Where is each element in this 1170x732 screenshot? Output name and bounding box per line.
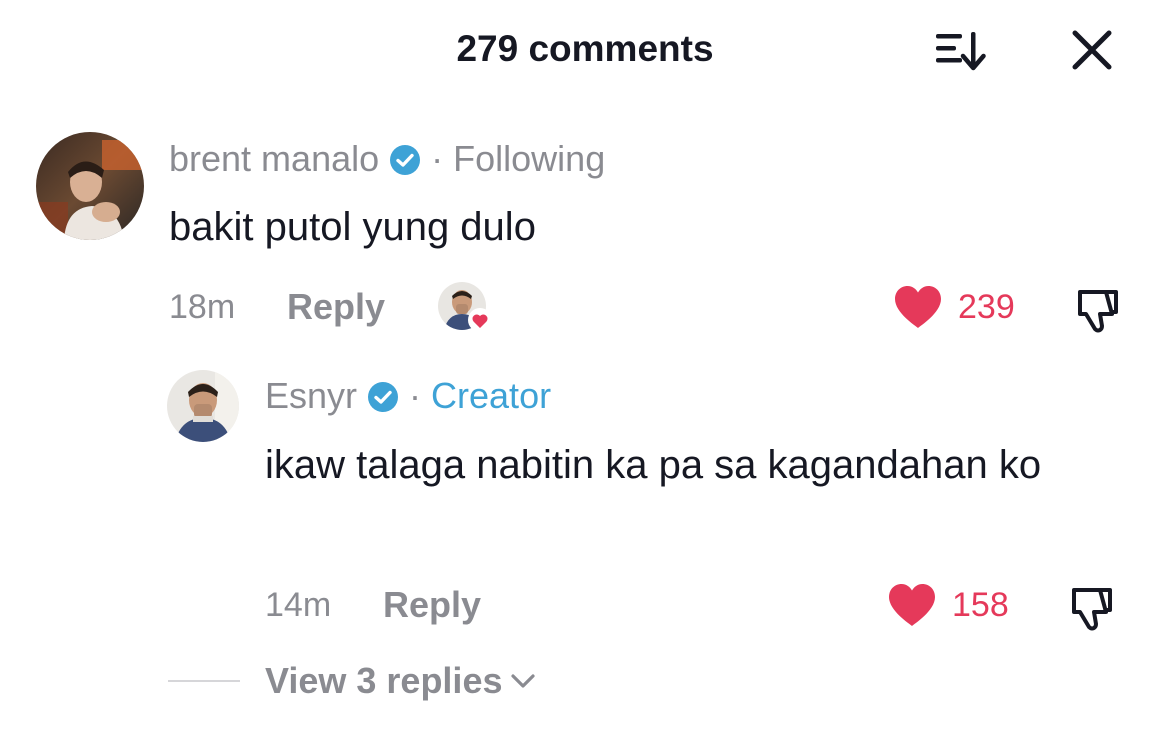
comments-sheet: 279 comments brent manalo · Following ba…	[0, 0, 1170, 732]
verified-badge-icon	[389, 143, 421, 175]
separator-dot: ·	[431, 138, 444, 179]
dislike-icon[interactable]	[1066, 582, 1118, 634]
like-count: 158	[952, 585, 1009, 624]
reply-text: ikaw talaga nabitin ka pa sa kagandahan …	[265, 443, 1042, 487]
divider-line	[168, 680, 240, 682]
avatar[interactable]	[36, 132, 144, 240]
creator-badge: Creator	[431, 375, 552, 416]
comments-count-title: 279 comments	[456, 28, 714, 69]
reply-time: 14m	[265, 586, 332, 624]
chevron-down-icon	[511, 674, 536, 688]
comment-author-row: brent manalo · Following	[169, 138, 605, 180]
avatar[interactable]	[167, 370, 239, 442]
view-replies-button[interactable]: View 3 replies	[168, 660, 538, 702]
reply-button[interactable]: Reply	[287, 286, 385, 328]
comment-time: 18m	[169, 288, 236, 326]
close-icon[interactable]	[1066, 24, 1118, 76]
separator-dot: ·	[409, 375, 422, 416]
liked-by-creator-avatar	[438, 282, 492, 336]
like-button[interactable]: 158	[886, 582, 1009, 628]
heart-icon	[889, 584, 935, 626]
reply-author-name[interactable]: Esnyr	[265, 375, 357, 417]
heart-icon	[895, 286, 941, 328]
reply-button[interactable]: Reply	[383, 584, 481, 626]
comment-author-name[interactable]: brent manalo	[169, 138, 379, 180]
like-button[interactable]: 239	[892, 284, 1015, 330]
view-replies-label: View 3 replies	[265, 660, 503, 701]
sort-icon[interactable]	[930, 26, 988, 74]
dislike-icon[interactable]	[1072, 284, 1124, 336]
like-count: 239	[958, 287, 1015, 326]
verified-badge-icon	[367, 380, 399, 412]
reply-author-row: Esnyr · Creator	[265, 375, 551, 417]
comment-text: bakit putol yung dulo	[169, 205, 536, 249]
relation-label: Following	[453, 138, 606, 179]
